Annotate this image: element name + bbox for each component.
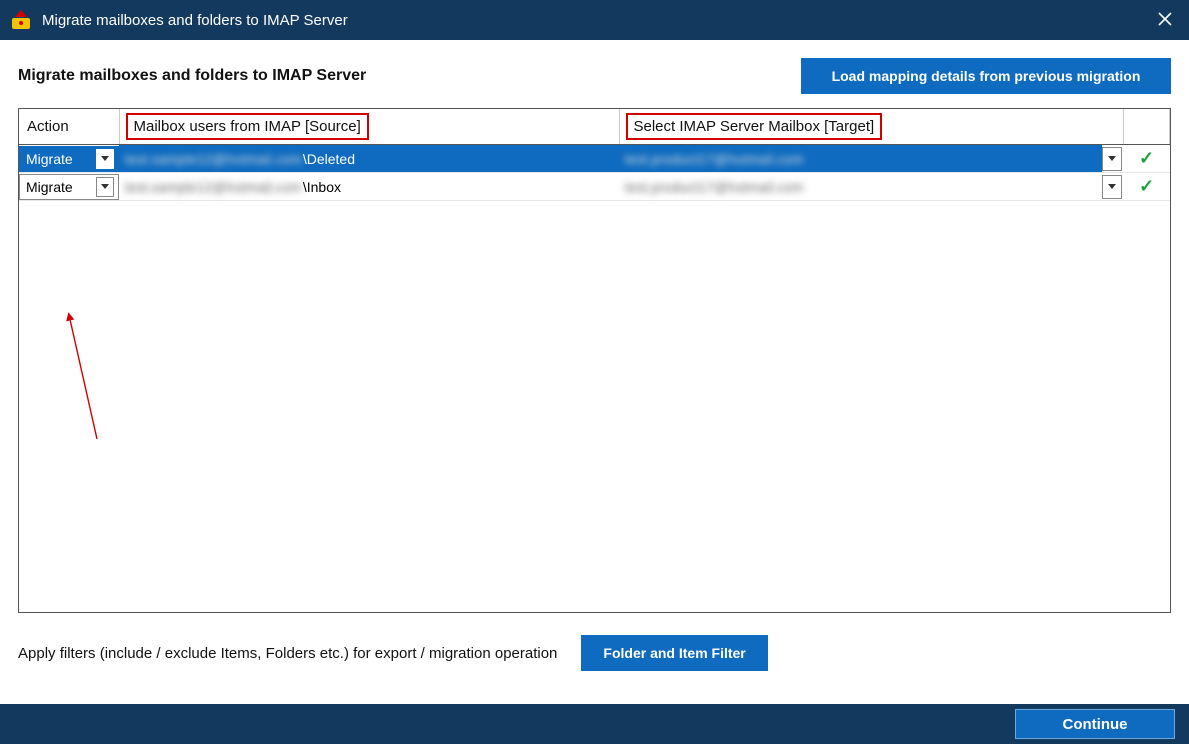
action-label: Migrate (26, 179, 73, 195)
table-row[interactable]: Migrate test.sample12@hotmail.com \Delet… (19, 145, 1170, 173)
action-select[interactable]: Migrate (19, 146, 119, 172)
column-action: Action (19, 109, 119, 145)
filter-row: Apply filters (include / exclude Items, … (0, 613, 1189, 671)
source-cell: test.sample12@hotmail.com \Deleted (119, 145, 619, 172)
source-folder: \Inbox (303, 179, 341, 195)
chevron-down-icon[interactable] (1102, 147, 1122, 171)
target-mailbox: test.product17@hotmail.com (625, 179, 803, 195)
column-source-label: Mailbox users from IMAP [Source] (128, 115, 367, 138)
chevron-down-icon[interactable] (1102, 175, 1122, 199)
source-mailbox: test.sample12@hotmail.com (125, 151, 302, 167)
column-target: Select IMAP Server Mailbox [Target] (619, 109, 1124, 145)
chevron-down-icon[interactable] (96, 149, 114, 169)
chevron-down-icon[interactable] (96, 177, 114, 197)
app-icon (10, 9, 32, 31)
source-folder: \Deleted (303, 151, 355, 167)
annotation-arrow (55, 309, 115, 449)
target-mailbox: test.product17@hotmail.com (625, 151, 803, 167)
source-cell: test.sample12@hotmail.com \Inbox (119, 173, 619, 200)
check-icon: ✓ (1139, 148, 1154, 168)
continue-button[interactable]: Continue (1015, 709, 1175, 739)
filter-text: Apply filters (include / exclude Items, … (18, 645, 557, 662)
footer-bar: Continue (0, 704, 1189, 744)
folder-item-filter-button[interactable]: Folder and Item Filter (581, 635, 767, 671)
page-title: Migrate mailboxes and folders to IMAP Se… (18, 67, 366, 85)
header-row: Migrate mailboxes and folders to IMAP Se… (18, 58, 1171, 94)
close-icon[interactable] (1151, 11, 1179, 30)
target-select[interactable]: test.product17@hotmail.com (619, 145, 1124, 172)
action-label: Migrate (26, 151, 73, 167)
column-status (1124, 109, 1170, 145)
check-icon: ✓ (1139, 176, 1154, 196)
mapping-grid: Action Mailbox users from IMAP [Source] … (18, 108, 1171, 613)
source-mailbox: test.sample12@hotmail.com (125, 179, 302, 195)
table-row[interactable]: Migrate test.sample12@hotmail.com \Inbox… (19, 173, 1170, 201)
action-select[interactable]: Migrate (19, 174, 119, 200)
target-select[interactable]: test.product17@hotmail.com (619, 173, 1124, 200)
column-target-label: Select IMAP Server Mailbox [Target] (628, 115, 881, 138)
window-title: Migrate mailboxes and folders to IMAP Se… (42, 12, 1151, 29)
column-source: Mailbox users from IMAP [Source] (119, 109, 619, 145)
titlebar: Migrate mailboxes and folders to IMAP Se… (0, 0, 1189, 40)
load-mapping-button[interactable]: Load mapping details from previous migra… (801, 58, 1171, 94)
main-panel: Migrate mailboxes and folders to IMAP Se… (0, 40, 1189, 613)
